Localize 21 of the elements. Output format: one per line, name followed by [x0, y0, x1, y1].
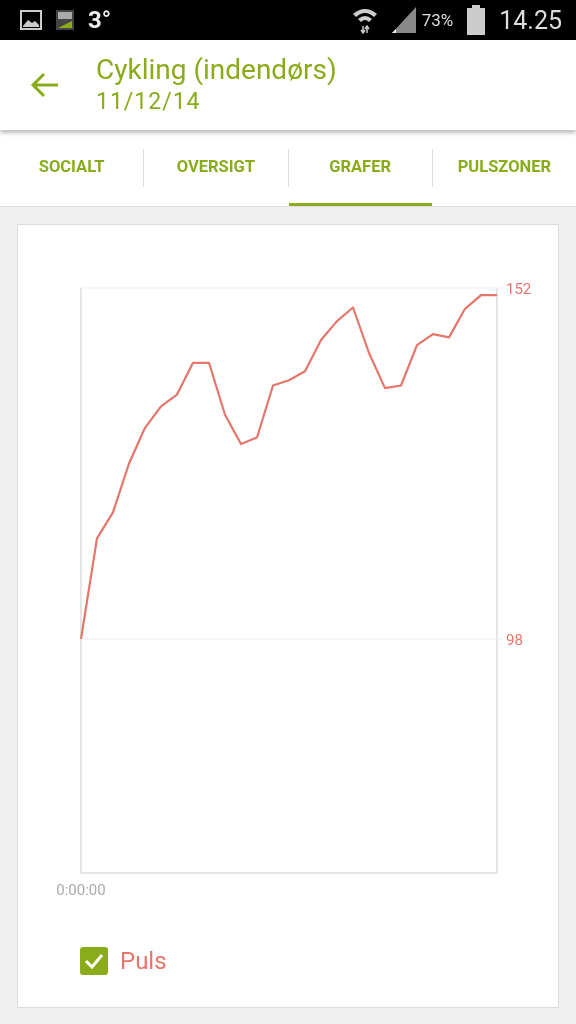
back-arrow-icon[interactable]	[30, 70, 60, 100]
signal-icon	[391, 7, 416, 33]
y-tick-label: 98	[506, 631, 523, 649]
tab[interactable]: GRAFER	[288, 130, 432, 206]
activity-title: Cykling (indendørs)	[96, 53, 337, 87]
y-tick-label: 152	[506, 280, 532, 298]
x-axis-label: 0:00:00	[56, 881, 106, 899]
battery-icon	[467, 5, 486, 35]
tab[interactable]: OVERSIGT	[144, 130, 288, 206]
legend-label: Puls	[120, 947, 167, 975]
wifi-icon	[351, 6, 378, 34]
image-icon	[20, 10, 42, 30]
tab[interactable]: PULSZONER	[432, 130, 576, 206]
temperature: 3°	[88, 6, 112, 34]
network-3g-icon	[56, 10, 74, 30]
checkbox[interactable]	[80, 947, 108, 975]
tab[interactable]: SOCIALT	[0, 130, 144, 206]
clock: 14.25	[499, 5, 562, 35]
battery-percentage: 73%	[421, 10, 454, 30]
activity-date: 11/12/14	[96, 87, 202, 117]
check-icon	[84, 953, 104, 969]
